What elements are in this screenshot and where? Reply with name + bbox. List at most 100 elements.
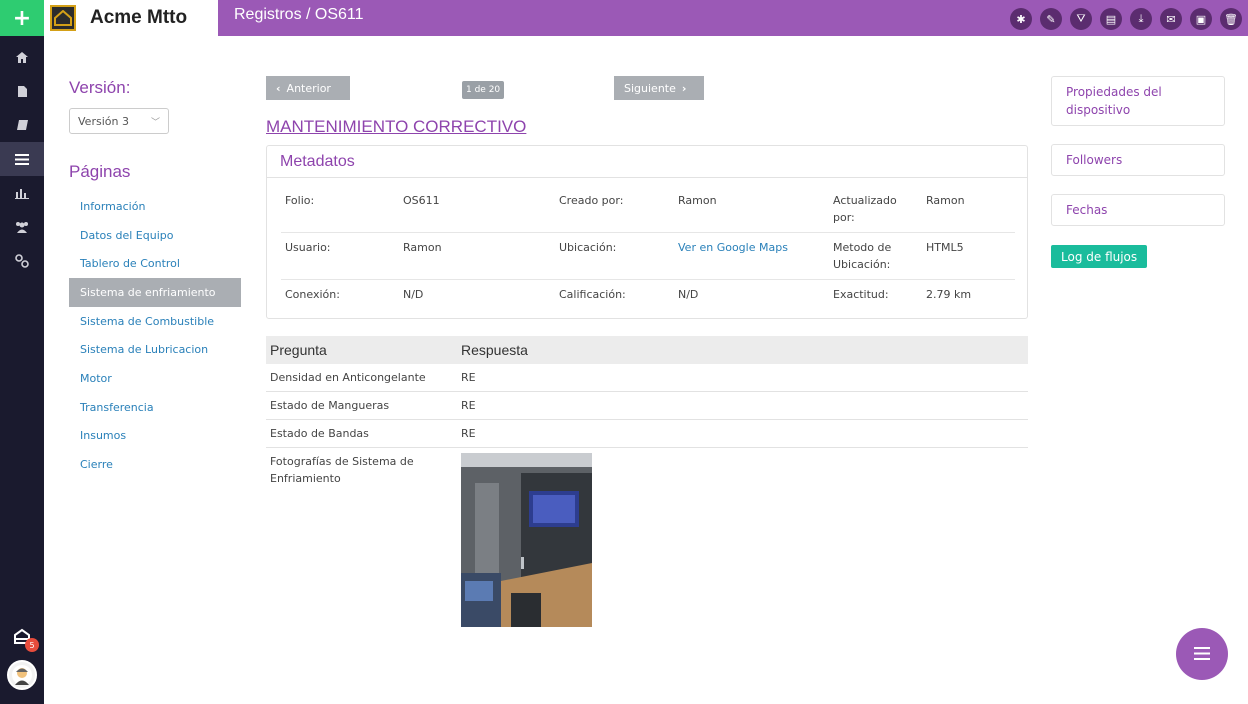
page-item-datos-equipo[interactable]: Datos del Equipo [69, 221, 241, 250]
answer-cell: RE [457, 419, 1028, 448]
rail-bottom: 5 [0, 624, 44, 690]
users-icon[interactable] [0, 210, 44, 244]
notifications-icon[interactable]: 5 [9, 624, 39, 652]
form-title[interactable]: MANTENIMIENTO CORRECTIVO [266, 117, 526, 137]
answer-header: Respuesta [457, 336, 1028, 364]
device-properties-panel[interactable]: Propiedades del dispositivo [1051, 76, 1225, 126]
download-icon[interactable]: ⤓ [1130, 8, 1152, 30]
meta-value: OS611 [399, 186, 555, 233]
page-item-informacion[interactable]: Información [69, 192, 241, 221]
meta-label: Calificación: [559, 288, 626, 301]
table-row: Estado de Mangueras RE [266, 391, 1028, 420]
list-icon[interactable] [0, 142, 44, 176]
page-list: Información Datos del Equipo Tablero de … [69, 192, 244, 479]
metadata-heading: Metadatos [267, 146, 1027, 178]
file-icon[interactable]: ▤ [1100, 8, 1122, 30]
breadcrumb: Registros / OS611 [234, 6, 364, 23]
gear-icon[interactable]: ✱ [1010, 8, 1032, 30]
device-properties-label: Propiedades del dispositivo [1066, 85, 1162, 117]
metadata-card: Metadatos Folio: OS611 Creado por: Ramon… [266, 145, 1028, 319]
top-bar: + Acme Mtto Registros / OS611 ✱ ✎ ⛛ ▤ ⤓ … [0, 0, 1248, 36]
cooling-system-photo[interactable] [461, 453, 592, 627]
archive-icon[interactable]: ▣ [1190, 8, 1212, 30]
previous-button[interactable]: ‹ Anterior [266, 76, 350, 100]
meta-label: Conexión: [285, 288, 340, 301]
meta-label: Exactitud: [833, 288, 889, 301]
meta-value: 2.79 km [926, 288, 972, 301]
metadata-row: Conexión: N/D Calificación: N/D Exactitu… [281, 280, 1015, 310]
home-icon[interactable] [0, 40, 44, 74]
header-actions: ✱ ✎ ⛛ ▤ ⤓ ✉ ▣ 🗑 [1010, 8, 1242, 30]
meta-label: Actualizado por: [829, 186, 922, 233]
meta-label: Ubicación: [555, 232, 674, 280]
road-icon[interactable]: ⛛ [1070, 8, 1092, 30]
page-item-sistema-lubricacion[interactable]: Sistema de Lubricacion [69, 335, 241, 364]
question-header: Pregunta [266, 336, 457, 364]
dates-label: Fechas [1066, 203, 1108, 217]
meta-value: N/D [403, 288, 424, 301]
version-select-value: Versión 3 [78, 114, 129, 128]
question-cell: Densidad en Anticongelante [266, 364, 457, 392]
brand[interactable]: Acme Mtto [44, 0, 218, 36]
sidebar: Versión: Versión 3 ﹀ Páginas Información… [69, 78, 244, 479]
brand-logo-icon [50, 5, 76, 31]
question-cell: Estado de Bandas [266, 419, 457, 448]
dates-panel[interactable]: Fechas [1051, 194, 1225, 226]
meta-label: Usuario: [281, 232, 399, 280]
menu-fab[interactable] [1176, 628, 1228, 680]
answers-table: Pregunta Respuesta Densidad en Anticonge… [266, 336, 1028, 632]
chevron-down-icon: ﹀ [150, 117, 160, 128]
version-select[interactable]: Versión 3 ﹀ [69, 108, 169, 134]
table-row: Fotografías de Sistema de Enfriamiento [266, 448, 1028, 633]
question-cell: Fotografías de Sistema de Enfriamiento [270, 455, 414, 485]
previous-label: Anterior [286, 81, 331, 95]
answer-cell: RE [457, 364, 1028, 392]
brand-name: Acme Mtto [90, 7, 188, 28]
envelope-icon[interactable]: ✉ [1160, 8, 1182, 30]
add-button[interactable]: + [0, 0, 44, 36]
avatar[interactable] [7, 660, 37, 690]
page-item-sistema-combustible[interactable]: Sistema de Combustible [69, 307, 241, 336]
flow-log-button[interactable]: Log de flujos [1051, 245, 1148, 268]
table-row: Estado de Bandas RE [266, 419, 1028, 448]
page-counter: 1 de 20 [462, 81, 505, 99]
table-row: Densidad en Anticongelante RE [266, 364, 1028, 392]
meta-value: N/D [678, 288, 699, 301]
page-item-transferencia[interactable]: Transferencia [69, 393, 241, 422]
meta-label: Creado por: [555, 186, 674, 233]
meta-value: Ramon [674, 186, 829, 233]
meta-value: HTML5 [922, 232, 1015, 280]
metadata-table: Folio: OS611 Creado por: Ramon Actualiza… [281, 186, 1015, 309]
page-item-cierre[interactable]: Cierre [69, 450, 241, 479]
meta-label: Folio: [281, 186, 399, 233]
chevron-right-icon: › [681, 81, 687, 95]
google-maps-link[interactable]: Ver en Google Maps [678, 241, 788, 254]
metadata-row: Folio: OS611 Creado por: Ramon Actualiza… [281, 186, 1015, 233]
page-item-motor[interactable]: Motor [69, 364, 241, 393]
trash-icon[interactable]: 🗑 [1220, 8, 1242, 30]
page-item-sistema-enfriamiento[interactable]: Sistema de enfriamiento [69, 278, 241, 307]
link-icon[interactable] [0, 244, 44, 278]
next-button[interactable]: Siguiente › [614, 76, 704, 100]
book-icon[interactable] [0, 108, 44, 142]
chevron-left-icon: ‹ [276, 81, 281, 95]
followers-label: Followers [1066, 153, 1123, 167]
left-rail: 5 [0, 36, 44, 704]
meta-value: Ramon [922, 186, 1015, 233]
page-item-tablero-control[interactable]: Tablero de Control [69, 249, 241, 278]
answer-cell: RE [457, 391, 1028, 420]
notification-badge: 5 [25, 638, 39, 652]
answers-header: Pregunta Respuesta [266, 336, 1028, 364]
next-label: Siguiente [624, 81, 676, 95]
page-item-insumos[interactable]: Insumos [69, 422, 241, 451]
meta-label: Metodo de Ubicación: [829, 232, 922, 280]
file-icon[interactable] [0, 74, 44, 108]
hamburger-icon [1194, 645, 1210, 664]
pencil-icon[interactable]: ✎ [1040, 8, 1062, 30]
bar-chart-icon[interactable] [0, 176, 44, 210]
metadata-row: Usuario: Ramon Ubicación: Ver en Google … [281, 232, 1015, 280]
version-heading: Versión: [69, 78, 131, 97]
followers-panel[interactable]: Followers [1051, 144, 1225, 176]
question-cell: Estado de Mangueras [266, 391, 457, 420]
meta-value: Ramon [399, 232, 555, 280]
